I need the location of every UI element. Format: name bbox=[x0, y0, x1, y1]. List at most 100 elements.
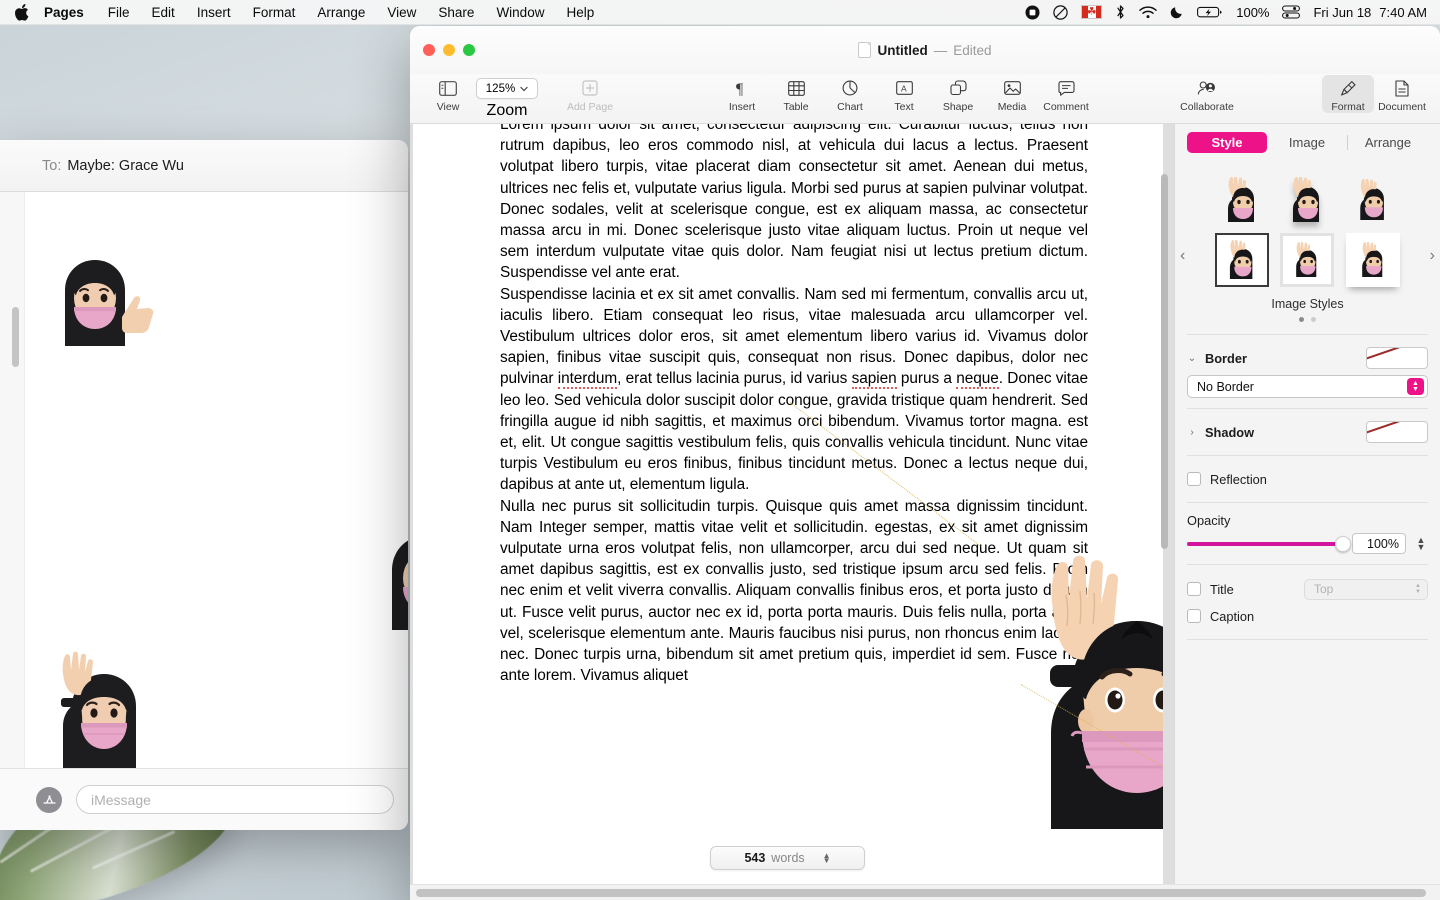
title-checkbox[interactable] bbox=[1187, 582, 1201, 596]
styles-prev-arrow[interactable]: ‹ bbox=[1180, 247, 1185, 265]
image-style-option-3[interactable] bbox=[1346, 173, 1400, 227]
do-not-disturb-icon[interactable] bbox=[1053, 5, 1068, 20]
messages-conversation[interactable] bbox=[0, 192, 408, 768]
close-button[interactable] bbox=[423, 44, 435, 56]
menu-item-arrange[interactable]: Arrange bbox=[306, 3, 376, 22]
text-button[interactable]: A Text bbox=[878, 75, 930, 113]
tab-image[interactable]: Image bbox=[1267, 132, 1347, 153]
menu-item-share[interactable]: Share bbox=[427, 3, 485, 22]
table-icon bbox=[788, 78, 805, 98]
menu-item-help[interactable]: Help bbox=[555, 3, 605, 22]
opacity-stepper-icon[interactable]: ▲▼ bbox=[1414, 537, 1428, 551]
canadian-flag-keyboard-icon[interactable]: ☘ bbox=[1081, 5, 1102, 19]
opacity-slider[interactable] bbox=[1187, 542, 1344, 546]
opacity-slider-knob[interactable] bbox=[1335, 536, 1351, 552]
border-section-header[interactable]: ⌄ Border bbox=[1175, 345, 1440, 371]
menu-bar-clock[interactable]: Fri Jun 18 7:40 AM bbox=[1313, 5, 1427, 20]
pagination-dot-1[interactable] bbox=[1299, 317, 1304, 322]
image-style-option-1[interactable] bbox=[1215, 173, 1269, 227]
document-horizontal-scrollbar[interactable] bbox=[416, 889, 1426, 897]
image-style-option-6[interactable] bbox=[1346, 233, 1400, 287]
document-page[interactable]: Lorem ipsum dolor sit amet, consectetur … bbox=[413, 124, 1163, 884]
shape-button[interactable]: Shape bbox=[932, 75, 984, 113]
app-store-icon[interactable] bbox=[36, 787, 62, 813]
focus-moon-icon[interactable] bbox=[1170, 5, 1184, 19]
minimize-button[interactable] bbox=[443, 44, 455, 56]
document-canvas[interactable]: Lorem ipsum dolor sit amet, consectetur … bbox=[410, 124, 1174, 884]
divider-2 bbox=[1187, 408, 1428, 409]
image-style-option-4[interactable] bbox=[1215, 233, 1269, 287]
caption-row[interactable]: Caption bbox=[1175, 603, 1440, 629]
styles-next-arrow[interactable]: › bbox=[1430, 247, 1435, 265]
media-button[interactable]: Media bbox=[986, 75, 1038, 113]
format-button[interactable]: Format bbox=[1322, 75, 1374, 113]
document-paragraph-2[interactable]: Suspendisse lacinia et ex sit amet conva… bbox=[500, 284, 1088, 496]
apple-menu-icon[interactable] bbox=[14, 3, 30, 21]
chevron-right-icon[interactable]: › bbox=[1187, 427, 1197, 438]
menu-bar-date: Fri Jun 18 bbox=[1313, 5, 1371, 20]
chevron-down-icon[interactable]: ⌄ bbox=[1187, 353, 1197, 364]
memoji-sticker-raising-hand[interactable] bbox=[42, 644, 160, 768]
tab-style[interactable]: Style bbox=[1187, 132, 1267, 153]
pagination-dot-2[interactable] bbox=[1311, 317, 1316, 322]
reflection-row[interactable]: Reflection bbox=[1175, 466, 1440, 492]
opacity-value-field[interactable]: 100% bbox=[1352, 533, 1406, 554]
paintbrush-icon bbox=[1340, 78, 1357, 98]
pages-titlebar[interactable]: Untitled — Edited bbox=[410, 26, 1440, 74]
menu-item-format[interactable]: Format bbox=[242, 3, 307, 22]
document-paragraph-1[interactable]: Lorem ipsum dolor sit amet, consectetur … bbox=[500, 124, 1088, 284]
menu-bar-items: Pages File Edit Insert Format Arrange Vi… bbox=[0, 3, 605, 22]
caption-checkbox[interactable] bbox=[1187, 609, 1201, 623]
collaborate-button[interactable]: Collaborate bbox=[1172, 75, 1242, 113]
messages-window[interactable]: To: Maybe: Grace Wu bbox=[0, 140, 408, 830]
opacity-slider-fill bbox=[1187, 542, 1344, 546]
border-preview-swatch[interactable] bbox=[1366, 347, 1428, 369]
shadow-section-header[interactable]: › Shadow bbox=[1175, 419, 1440, 445]
control-center-icon[interactable] bbox=[1282, 5, 1300, 19]
border-style-select[interactable]: No Border ▲▼ bbox=[1187, 375, 1428, 398]
title-position-value: Top bbox=[1314, 582, 1333, 596]
menu-item-view[interactable]: View bbox=[376, 3, 427, 22]
menu-item-insert[interactable]: Insert bbox=[186, 3, 242, 22]
view-button[interactable]: View bbox=[422, 75, 474, 113]
title-row[interactable]: Title Top ▲▼ bbox=[1175, 575, 1440, 603]
imessage-input[interactable]: iMessage bbox=[76, 785, 394, 814]
alignment-guide-2 bbox=[1021, 684, 1163, 850]
zoom-popup[interactable]: 125% bbox=[476, 78, 538, 99]
document-paragraph-3[interactable]: Nulla nec purus sit sollicitudin turpis.… bbox=[500, 496, 1088, 687]
battery-charging-icon[interactable] bbox=[1197, 5, 1223, 19]
messages-to-value[interactable]: Maybe: Grace Wu bbox=[67, 158, 184, 174]
title-position-select[interactable]: Top ▲▼ bbox=[1304, 579, 1428, 600]
word-count-indicator[interactable]: 543 words ▲▼ bbox=[710, 846, 865, 870]
menu-item-window[interactable]: Window bbox=[485, 3, 555, 22]
bluetooth-icon[interactable] bbox=[1115, 4, 1126, 20]
pages-window[interactable]: Untitled — Edited View 125% bbox=[410, 26, 1440, 900]
messages-scrollbar[interactable] bbox=[12, 307, 19, 367]
document-button[interactable]: Document bbox=[1376, 75, 1428, 113]
chart-button[interactable]: Chart bbox=[824, 75, 876, 113]
menu-item-edit[interactable]: Edit bbox=[141, 3, 186, 22]
memoji-sticker-right-top[interactable] bbox=[382, 522, 408, 632]
imessage-placeholder: iMessage bbox=[91, 792, 151, 808]
select-stepper-icon[interactable]: ▲▼ bbox=[1407, 378, 1424, 395]
insert-button[interactable]: ¶ Insert bbox=[716, 75, 768, 113]
image-style-option-2[interactable] bbox=[1280, 173, 1334, 227]
maximize-button[interactable] bbox=[463, 44, 475, 56]
screen-record-icon[interactable] bbox=[1025, 5, 1040, 20]
image-styles-pagination[interactable] bbox=[1175, 317, 1440, 322]
reflection-checkbox[interactable] bbox=[1187, 472, 1201, 486]
comment-button[interactable]: Comment bbox=[1040, 75, 1092, 113]
image-style-option-5[interactable] bbox=[1280, 233, 1334, 287]
word-count-unit: words bbox=[771, 851, 804, 865]
menu-item-file[interactable]: File bbox=[97, 3, 141, 22]
document-vertical-scrollbar[interactable] bbox=[1161, 174, 1168, 549]
add-page-button[interactable]: Add Page bbox=[564, 75, 616, 113]
zoom-control[interactable]: 125% Zoom bbox=[476, 75, 538, 120]
word-count-stepper-icon[interactable]: ▲▼ bbox=[823, 853, 831, 863]
menu-item-pages[interactable]: Pages bbox=[44, 3, 97, 22]
table-button[interactable]: Table bbox=[770, 75, 822, 113]
tab-arrange[interactable]: Arrange bbox=[1348, 132, 1428, 153]
shadow-preview-swatch[interactable] bbox=[1366, 421, 1428, 443]
memoji-sticker-thumbsup[interactable] bbox=[47, 254, 165, 349]
wifi-icon[interactable] bbox=[1139, 5, 1157, 19]
